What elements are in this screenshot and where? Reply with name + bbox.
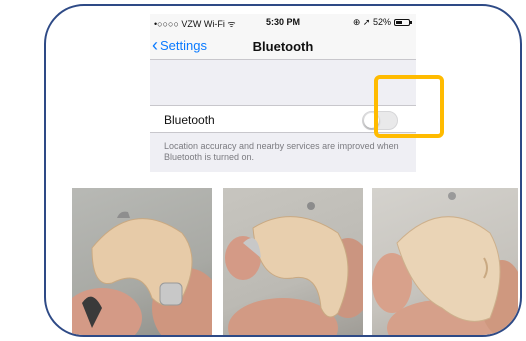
hearing-aid-image-3 [372, 192, 518, 335]
hearing-aid-photo-1 [72, 188, 212, 335]
navigation-bar: ‹ Settings Bluetooth [150, 32, 416, 60]
bluetooth-label: Bluetooth [164, 113, 215, 127]
battery-percent: ⊕ ➚ 52% [352, 17, 391, 27]
hearing-aid-image-1 [72, 211, 212, 335]
slide-frame: •○○○○ VZW Wi-Fi ᯤ 5:30 PM ⊕ ➚ 52% ‹ Sett… [44, 4, 522, 337]
status-bar: •○○○○ VZW Wi-Fi ᯤ 5:30 PM ⊕ ➚ 52% [150, 14, 416, 32]
hearing-aid-photo-3 [372, 188, 518, 335]
page-title: Bluetooth [252, 39, 314, 54]
hearing-aid-image-2 [225, 202, 363, 335]
status-right: ⊕ ➚ 52% [352, 17, 412, 28]
battery-icon [394, 19, 412, 26]
bluetooth-footer-note: Location accuracy and nearby services ar… [164, 141, 399, 162]
toggle-highlight-box [374, 75, 444, 138]
hearing-aid-photo-2 [223, 188, 363, 335]
